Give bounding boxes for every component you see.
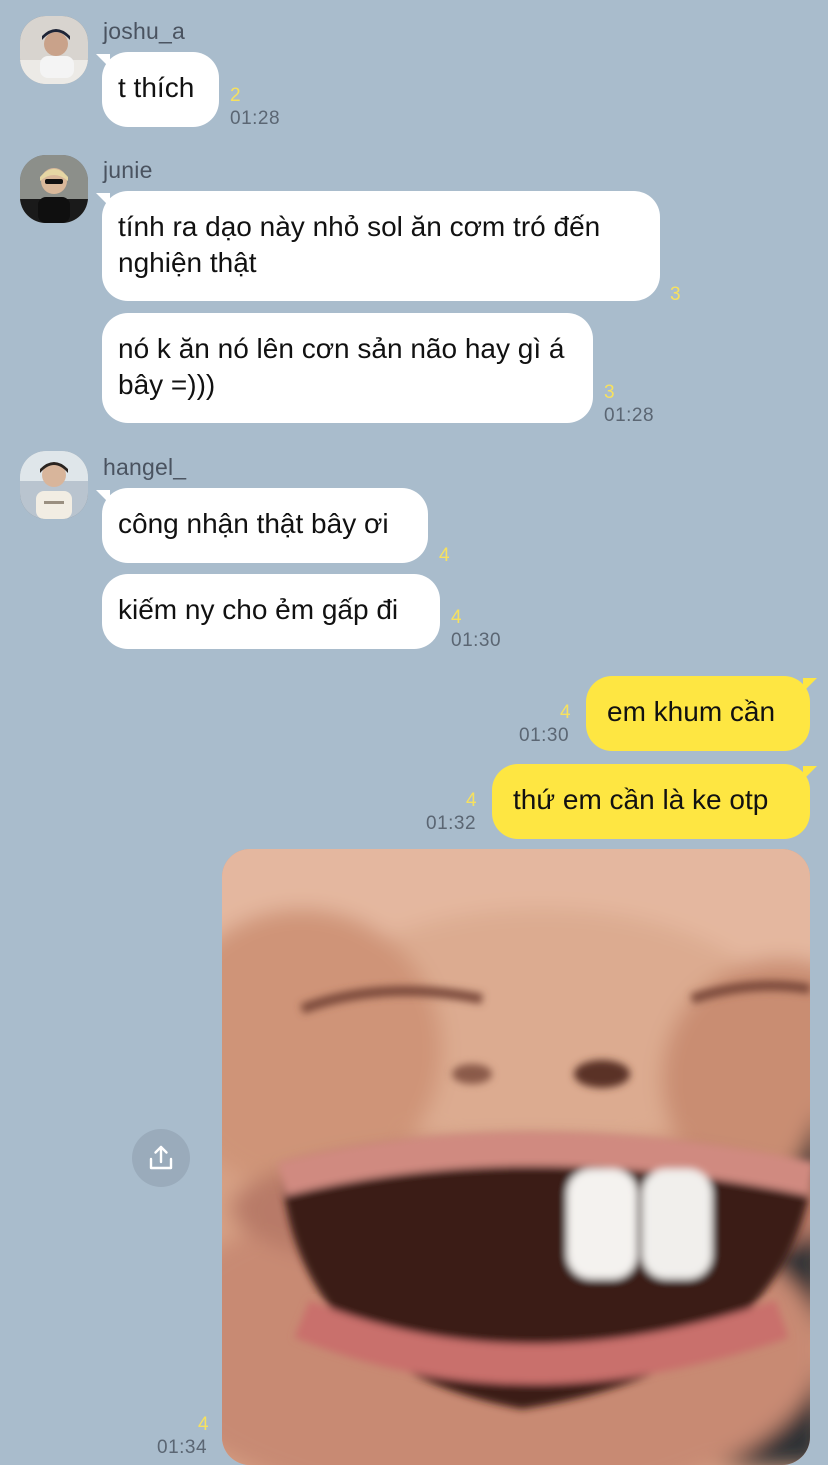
unread-count: 4 — [466, 790, 477, 811]
message-bubble[interactable]: t thích — [102, 52, 219, 127]
message-time: 01:32 — [426, 813, 477, 834]
message-time: 01:30 — [519, 725, 570, 746]
unread-count: 4 — [560, 702, 571, 723]
bubble-tail — [803, 678, 817, 692]
unread-count: 3 — [670, 284, 681, 305]
unread-count: 4 — [439, 545, 450, 566]
bubble-tail — [803, 766, 817, 780]
avatar-photo-icon — [20, 155, 88, 223]
avatar-joshu-a[interactable] — [20, 16, 88, 84]
avatar-hangel[interactable] — [20, 451, 88, 519]
share-icon — [149, 1145, 173, 1170]
sender-name: junie — [103, 157, 153, 183]
my-message-bubble[interactable]: em khum cần — [586, 676, 810, 751]
unread-count: 4 — [198, 1414, 209, 1435]
message-bubble[interactable]: kiếm ny cho ẻm gấp đi — [102, 574, 440, 649]
message-time: 01:34 — [157, 1437, 208, 1458]
bubble-tail — [96, 490, 110, 504]
my-message-bubble[interactable]: thứ em cần là ke otp — [492, 764, 810, 839]
meme-face-image — [222, 849, 810, 1465]
avatar-junie[interactable] — [20, 155, 88, 223]
bubble-tail — [96, 54, 110, 68]
avatar-photo-icon — [20, 451, 88, 519]
message-bubble[interactable]: nó k ăn nó lên cơn sản não hay gì á bây … — [102, 313, 593, 423]
share-button[interactable] — [132, 1129, 190, 1187]
message-time: 01:28 — [230, 108, 281, 129]
sender-name: hangel_ — [103, 454, 187, 480]
unread-count: 2 — [230, 85, 241, 106]
photo-message[interactable] — [222, 849, 810, 1465]
message-bubble[interactable]: tính ra dạo này nhỏ sol ăn cơm tró đến n… — [102, 191, 660, 301]
message-time: 01:28 — [604, 405, 655, 426]
unread-count: 3 — [604, 382, 615, 403]
sender-name: joshu_a — [103, 18, 185, 44]
unread-count: 4 — [451, 607, 462, 628]
message-bubble[interactable]: công nhận thật bây ơi — [102, 488, 428, 563]
message-time: 01:30 — [451, 630, 502, 651]
bubble-tail — [96, 193, 110, 207]
avatar-photo-icon — [20, 16, 88, 84]
